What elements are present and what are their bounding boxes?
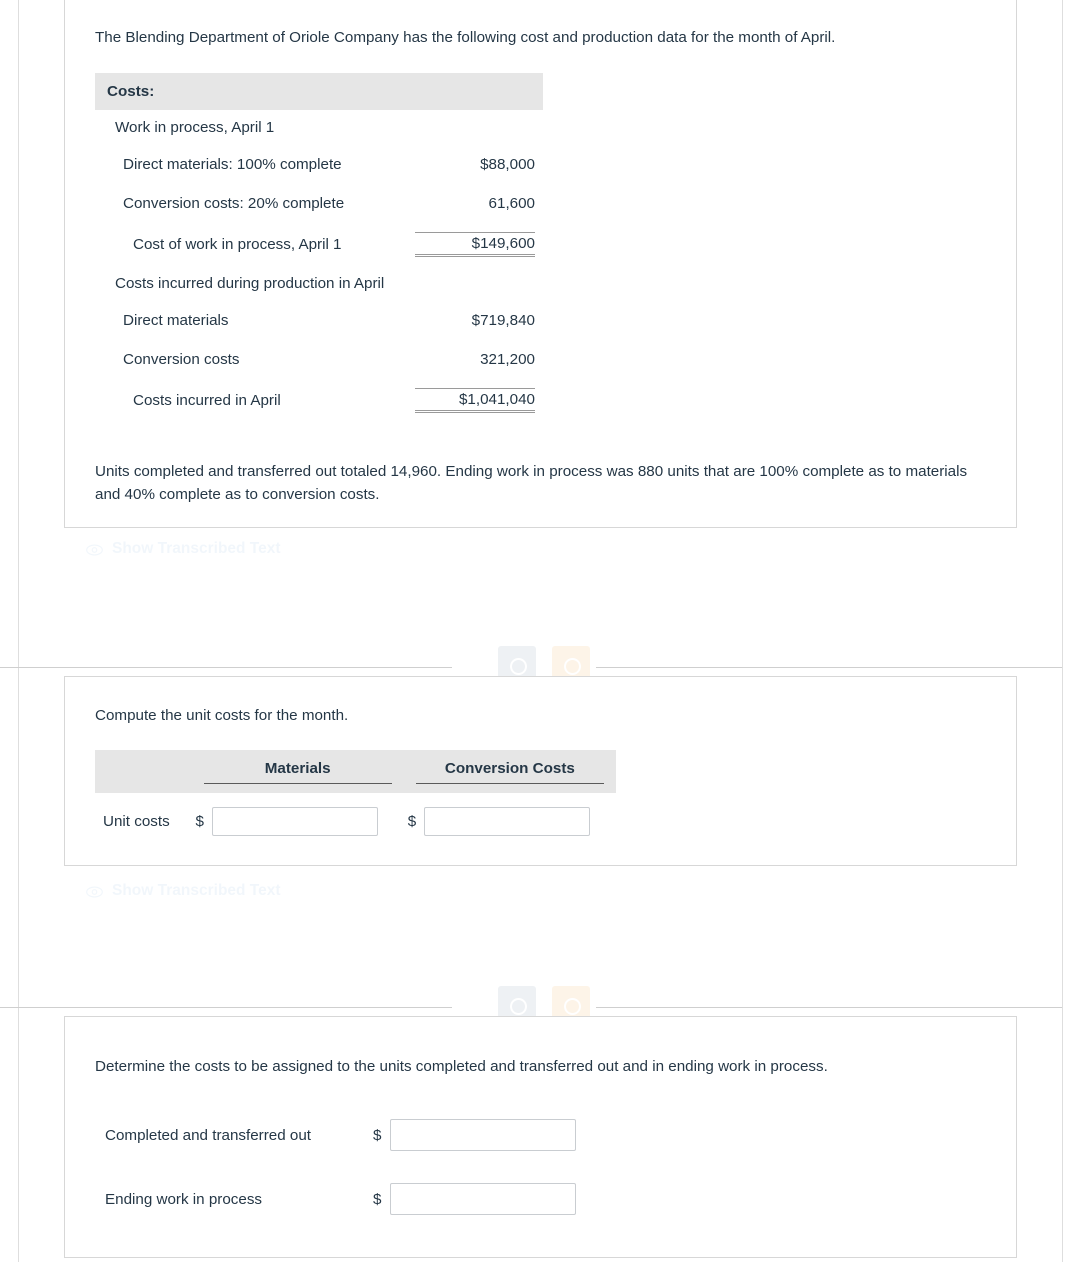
problem-notes-text: Units completed and transferred out tota… [95, 462, 968, 504]
show-transcribed-text-link[interactable]: Show Transcribed Text [86, 540, 281, 558]
unit-costs-header-materials: Materials [191, 750, 404, 793]
table-row: Costs incurred during production in Apri… [95, 266, 543, 301]
cost-row-amount: 61,600 [385, 184, 543, 223]
cost-row-amount: $719,840 [385, 301, 543, 340]
unit-costs-conversion-cell: $ [404, 793, 616, 836]
dollar-sign: $ [195, 813, 204, 830]
conversion-costs-column-label: Conversion Costs [415, 760, 604, 784]
problem-statement-card: The Blending Department of Oriole Compan… [64, 0, 1017, 528]
unit-costs-row-label: Unit costs [103, 813, 170, 830]
table-row: Conversion costs 321,200 [95, 340, 543, 379]
divider-line-left [0, 667, 452, 668]
unit-costs-header-conversion: Conversion Costs [403, 750, 616, 793]
assignment-row-completed: Completed and transferred out $ [95, 1119, 986, 1151]
unit-costs-header-row: Materials Conversion Costs [95, 750, 616, 793]
table-row: Conversion costs: 20% complete 61,600 [95, 184, 543, 223]
cost-table-header-row: Costs: [95, 72, 543, 110]
unit-costs-table: Materials Conversion Costs Unit costs $ [95, 750, 616, 836]
problem-intro-text: The Blending Department of Oriole Compan… [95, 29, 836, 46]
completed-transferred-label: Completed and transferred out [105, 1126, 311, 1144]
dollar-sign: $ [373, 1126, 382, 1144]
spinner-icon [564, 658, 581, 675]
table-row: Unit costs $ $ [95, 793, 616, 836]
cost-row-amount-value [415, 128, 535, 132]
table-row: Direct materials: 100% complete $88,000 [95, 145, 543, 184]
unit-costs-card: Compute the unit costs for the month. Ma… [64, 676, 1017, 866]
cost-assignment-card: Determine the costs to be assigned to th… [64, 1016, 1017, 1258]
eye-icon [86, 885, 103, 898]
cost-table-header-label: Costs: [95, 72, 543, 110]
cost-row-amount-value: $149,600 [415, 231, 535, 257]
table-row-subtotal: Costs incurred in April $1,041,040 [95, 379, 543, 422]
divider-line-right [596, 1007, 1062, 1008]
dollar-sign: $ [373, 1190, 382, 1208]
cost-row-amount: $88,000 [385, 145, 543, 184]
eye-icon [86, 543, 103, 556]
cost-row-label: Costs incurred in April [133, 391, 281, 409]
cost-row-amount [385, 266, 543, 301]
divider-line-right [596, 667, 1062, 668]
cost-row-amount-value [415, 284, 535, 288]
unit-costs-materials-cell: $ [192, 793, 404, 836]
cost-row-label: Direct materials [123, 311, 229, 329]
table-row-subtotal: Cost of work in process, April 1 $149,60… [95, 223, 543, 266]
cost-row-amount [385, 110, 543, 145]
show-transcribed-text-label: Show Transcribed Text [112, 540, 281, 557]
show-transcribed-text-label: Show Transcribed Text [112, 882, 281, 899]
cost-row-label: Work in process, April 1 [115, 118, 275, 136]
table-row: Direct materials $719,840 [95, 301, 543, 340]
spinner-icon [510, 998, 527, 1015]
cost-data-table: Costs: Work in process, April 1 Direct m… [95, 72, 543, 422]
cost-row-amount: $1,041,040 [385, 379, 543, 422]
show-transcribed-text-link[interactable]: Show Transcribed Text [86, 882, 281, 900]
cost-row-amount: $149,600 [385, 223, 543, 266]
materials-column-label: Materials [203, 760, 392, 784]
dollar-sign: $ [407, 813, 417, 830]
unit-costs-materials-input[interactable] [212, 807, 378, 836]
ending-work-in-process-input[interactable] [390, 1183, 577, 1215]
cost-row-amount-value: 61,600 [488, 194, 535, 212]
unit-costs-prompt: Compute the unit costs for the month. [95, 707, 349, 724]
cost-row-amount-value: $1,041,040 [415, 387, 535, 413]
cost-row-label: Conversion costs: 20% complete [123, 194, 345, 212]
table-row: Work in process, April 1 [95, 110, 543, 145]
cost-row-amount-value: 321,200 [480, 350, 535, 368]
divider-line-left [0, 1007, 452, 1008]
cost-assignment-prompt: Determine the costs to be assigned to th… [95, 1058, 828, 1075]
cost-row-label: Cost of work in process, April 1 [133, 235, 342, 253]
completed-transferred-input[interactable] [390, 1119, 577, 1151]
page-border-left [18, 0, 19, 1262]
cost-row-label: Direct materials: 100% complete [123, 155, 342, 173]
cost-row-amount-value: $719,840 [471, 311, 535, 329]
cost-row-label: Costs incurred during production in Apri… [115, 274, 385, 292]
spinner-icon [564, 998, 581, 1015]
cost-row-amount-value: $88,000 [480, 155, 535, 173]
cost-row-amount: 321,200 [385, 340, 543, 379]
page-border-right [1062, 0, 1063, 1262]
assignment-row-ending-wip: Ending work in process $ [95, 1183, 986, 1215]
cost-row-label: Conversion costs [123, 350, 240, 368]
unit-costs-header-blank [95, 750, 192, 793]
unit-costs-conversion-input[interactable] [424, 807, 591, 836]
ending-work-in-process-label: Ending work in process [105, 1190, 263, 1208]
spinner-icon [510, 658, 527, 675]
